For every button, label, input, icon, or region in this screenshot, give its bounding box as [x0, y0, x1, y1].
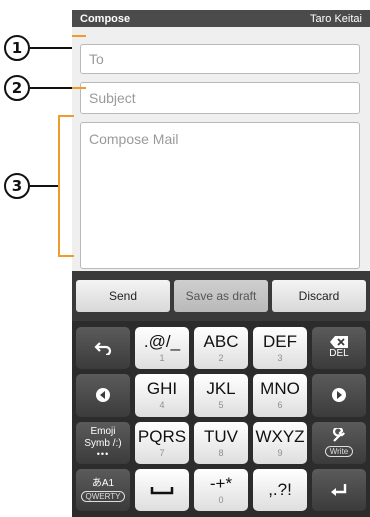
send-button[interactable]: Send	[76, 280, 170, 312]
write-label: Write	[324, 446, 354, 458]
key-0-sub: 0	[218, 494, 224, 505]
action-bar: Send Save as draft Discard	[72, 271, 370, 321]
to-placeholder: To	[89, 51, 104, 67]
emoji-label: Emoji	[90, 426, 116, 438]
callout-line-3	[30, 185, 60, 187]
key-2-main: ABC	[203, 332, 239, 352]
key-9-sub: 9	[277, 447, 283, 458]
key-7[interactable]: PQRS 7	[135, 421, 189, 464]
space-icon	[150, 486, 174, 495]
key-3-main: DEF	[263, 332, 297, 352]
input-mode-key[interactable]: あA1 QWERTY	[76, 468, 130, 511]
qwerty-label: QWERTY	[80, 491, 126, 503]
key-8[interactable]: TUV 8	[194, 421, 248, 464]
back-key[interactable]	[76, 327, 130, 370]
enter-key[interactable]	[312, 468, 366, 511]
key-2-sub: 2	[218, 353, 224, 364]
key-3-sub: 3	[277, 353, 283, 364]
compose-screen: Compose Taro Keitai To Subject Compose M…	[72, 10, 370, 517]
keyboard: .@/_ 1 ABC 2 DEF 3 DEL GHI 4 JKL 5 MNO 6…	[72, 321, 370, 517]
cursor-right-key[interactable]	[312, 374, 366, 417]
to-field[interactable]: To	[80, 44, 360, 74]
discard-button[interactable]: Discard	[272, 280, 366, 312]
key-0[interactable]: -+* 0	[194, 468, 248, 511]
key-2[interactable]: ABC 2	[194, 327, 248, 370]
space-key[interactable]	[135, 468, 189, 511]
key-4-main: GHI	[146, 379, 178, 399]
key-4[interactable]: GHI 4	[135, 374, 189, 417]
delete-key[interactable]: DEL	[312, 327, 366, 370]
cursor-left-key[interactable]	[76, 374, 130, 417]
key-5-main: JKL	[206, 379, 236, 399]
right-arrow-icon	[332, 388, 346, 403]
input-mode-label: あA1	[91, 477, 115, 489]
body-field[interactable]: Compose Mail	[80, 122, 360, 269]
more-dots-icon: •••	[96, 449, 110, 460]
key-4-sub: 4	[159, 400, 165, 411]
callout-3: 3	[4, 173, 30, 199]
key-5[interactable]: JKL 5	[194, 374, 248, 417]
key-6-sub: 6	[277, 400, 283, 411]
left-arrow-icon	[96, 388, 110, 403]
key-1-main: .@/_	[143, 332, 181, 352]
wrench-icon	[332, 428, 345, 442]
callout-line-1	[30, 47, 72, 49]
punctuation-label: ,.?!	[268, 480, 292, 500]
callout-1: 1	[4, 35, 30, 61]
key-9[interactable]: WXYZ 9	[253, 421, 307, 464]
subject-placeholder: Subject	[89, 90, 136, 106]
callout-2: 2	[4, 75, 30, 101]
key-9-main: WXYZ	[255, 426, 305, 446]
key-1[interactable]: .@/_ 1	[135, 327, 189, 370]
status-bar: Compose Taro Keitai	[72, 10, 370, 27]
highlight-to	[72, 35, 86, 37]
key-8-sub: 8	[218, 447, 224, 458]
write-key[interactable]: Write	[312, 421, 366, 464]
enter-icon	[331, 483, 347, 496]
key-1-sub: 1	[159, 353, 165, 364]
symbol-label: Symb /:)	[84, 437, 122, 449]
key-5-sub: 5	[218, 400, 224, 411]
key-7-sub: 7	[159, 447, 165, 458]
key-3[interactable]: DEF 3	[253, 327, 307, 370]
highlight-body-bracket	[58, 115, 74, 257]
account-name: Taro Keitai	[310, 12, 362, 25]
key-6[interactable]: MNO 6	[253, 374, 307, 417]
emoji-symbol-key[interactable]: Emoji Symb /:) •••	[76, 421, 130, 464]
callout-line-2	[30, 87, 72, 89]
delete-label: DEL	[329, 348, 349, 360]
punctuation-key[interactable]: ,.?!	[253, 468, 307, 511]
body-placeholder: Compose Mail	[89, 131, 179, 147]
screen-title: Compose	[80, 12, 131, 25]
delete-icon	[330, 336, 348, 349]
back-arrow-icon	[94, 342, 112, 356]
subject-field[interactable]: Subject	[80, 82, 360, 114]
key-7-main: PQRS	[137, 426, 187, 446]
key-0-main: -+*	[209, 473, 233, 493]
key-8-main: TUV	[204, 426, 238, 446]
save-draft-button[interactable]: Save as draft	[174, 280, 268, 312]
highlight-subject	[72, 87, 86, 89]
compose-form: To Subject Compose Mail	[72, 27, 370, 271]
key-6-main: MNO	[260, 379, 300, 399]
